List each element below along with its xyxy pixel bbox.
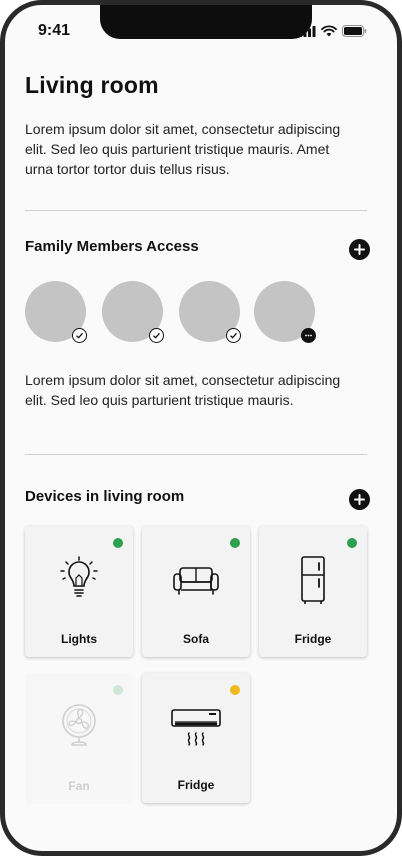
status-dot — [113, 538, 123, 548]
device-label: Fridge — [177, 778, 215, 792]
more-icon — [301, 328, 316, 343]
notch — [100, 5, 312, 39]
member-avatar[interactable] — [102, 281, 164, 343]
check-icon — [149, 328, 164, 343]
check-icon — [72, 328, 87, 343]
family-description: Lorem ipsum dolor sit amet, consectetur … — [25, 372, 341, 408]
device-card-fan[interactable]: Fan — [25, 673, 133, 804]
device-label: Sofa — [182, 632, 209, 646]
device-label: Fridge — [294, 632, 332, 646]
device-card-lights[interactable]: Lights — [25, 526, 133, 657]
status-dot — [113, 685, 123, 695]
sofa-icon — [173, 567, 219, 595]
status-icons — [299, 25, 367, 37]
family-section-title: Family Members Access — [25, 238, 199, 255]
add-device-button[interactable] — [349, 489, 370, 510]
device-card-sofa[interactable]: Sofa — [142, 526, 250, 657]
plus-icon — [354, 244, 365, 255]
lightbulb-icon — [60, 556, 98, 597]
page-title: Living room — [25, 72, 159, 98]
fan-icon — [62, 704, 96, 746]
add-member-button[interactable] — [349, 239, 370, 260]
divider — [25, 454, 367, 455]
status-dot — [230, 685, 240, 695]
divider — [25, 210, 367, 211]
plus-icon — [354, 494, 365, 505]
room-description: Lorem ipsum dolor sit amet, consectetur … — [25, 121, 341, 177]
status-time: 9:41 — [38, 22, 71, 39]
fridge-icon — [301, 556, 325, 604]
member-avatar[interactable] — [25, 281, 87, 343]
air-conditioner-icon — [171, 709, 221, 746]
devices-section-title: Devices in living room — [25, 488, 185, 505]
wifi-icon — [321, 25, 337, 37]
member-avatar[interactable] — [254, 281, 316, 343]
member-avatar[interactable] — [179, 281, 241, 343]
status-dot — [230, 538, 240, 548]
signal-icon — [299, 25, 316, 37]
check-icon — [226, 328, 241, 343]
device-label: Lights — [61, 632, 97, 646]
battery-icon — [342, 25, 367, 37]
device-label: Fan — [68, 779, 90, 793]
device-card-air-conditioner[interactable]: Fridge — [142, 673, 250, 803]
status-dot — [347, 538, 357, 548]
device-card-fridge[interactable]: Fridge — [259, 526, 367, 657]
